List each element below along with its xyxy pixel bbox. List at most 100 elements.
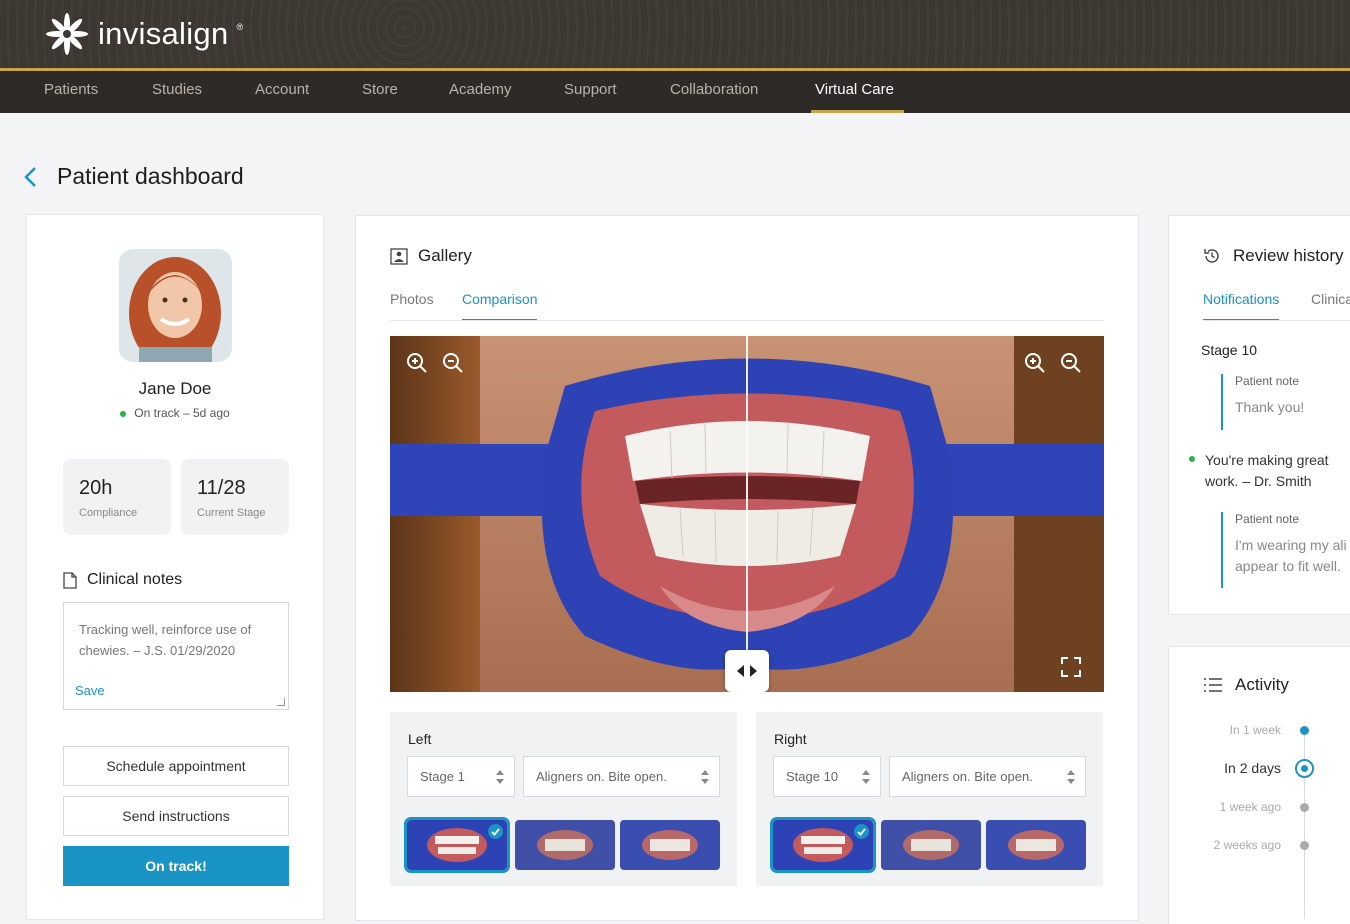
left-thumbnail-3[interactable] <box>620 820 720 870</box>
schedule-appointment-button[interactable]: Schedule appointment <box>63 746 289 786</box>
timeline-dot-icon[interactable] <box>1300 841 1309 850</box>
message-dot-icon <box>1189 456 1195 462</box>
zoom-in-icon[interactable] <box>406 352 428 374</box>
left-compare-panel: Left Stage 1 Aligners on. Bite open. <box>390 712 737 886</box>
nav-account[interactable]: Account <box>255 71 309 113</box>
select-arrows-icon <box>701 770 709 784</box>
patient-note-2: Patient note I'm wearing my ali appear t… <box>1221 512 1350 588</box>
back-chevron-icon[interactable] <box>20 164 42 190</box>
compliance-value: 20h <box>79 477 113 499</box>
zoom-out-icon[interactable] <box>442 352 464 374</box>
right-stage-select[interactable]: Stage 10 <box>773 756 881 797</box>
list-icon <box>1204 678 1222 692</box>
review-history-title: Review history <box>1233 246 1344 265</box>
patient-note-label: Patient note <box>1235 374 1300 388</box>
image-icon <box>390 247 408 265</box>
timeline-label-1-week-ago: 1 week ago <box>1219 800 1281 814</box>
left-view-value: Aligners on. Bite open. <box>536 769 667 784</box>
patient-avatar[interactable] <box>119 249 232 362</box>
left-stage-select[interactable]: Stage 1 <box>407 756 515 797</box>
on-track-button[interactable]: On track! <box>63 846 289 886</box>
nav-studies[interactable]: Studies <box>152 71 202 113</box>
page-title: Patient dashboard <box>57 163 244 189</box>
activity-title: Activity <box>1235 675 1289 694</box>
timeline-line <box>1304 729 1305 919</box>
selected-check-icon <box>854 824 869 839</box>
save-note-link[interactable]: Save <box>75 683 105 698</box>
review-history-header: Review history <box>1203 246 1344 266</box>
doctor-message: You're making great work. – Dr. Smith <box>1189 450 1329 492</box>
patient-card: Jane Doe On track – 5d ago 20h Complianc… <box>26 214 324 920</box>
left-thumbnail-2[interactable] <box>515 820 615 870</box>
left-thumbnail-1[interactable] <box>404 817 510 873</box>
invisalign-logo[interactable]: invisalign ® <box>44 12 243 56</box>
right-thumbnail-1[interactable] <box>770 817 876 873</box>
current-stage-label: Current Stage <box>197 507 266 519</box>
zoom-out-icon[interactable] <box>1060 352 1082 374</box>
compliance-label: Compliance <box>79 507 138 519</box>
left-stage-value: Stage 1 <box>420 769 465 784</box>
timeline-label-in-1-week: In 1 week <box>1229 723 1281 737</box>
timeline-dot-icon[interactable] <box>1300 726 1309 735</box>
zoom-in-icon[interactable] <box>1024 352 1046 374</box>
clinical-notes-text: Tracking well, reinforce use of chewies.… <box>79 622 252 658</box>
nav-store[interactable]: Store <box>362 71 398 113</box>
right-thumbnail-2[interactable] <box>881 820 981 870</box>
right-view-select[interactable]: Aligners on. Bite open. <box>889 756 1086 797</box>
timeline-label-2-weeks-ago: 2 weeks ago <box>1213 838 1281 852</box>
activity-header: Activity <box>1203 675 1289 695</box>
send-instructions-button[interactable]: Send instructions <box>63 796 289 836</box>
comparison-divider <box>746 336 748 692</box>
nav-virtual-care[interactable]: Virtual Care <box>811 71 904 113</box>
nav-collaboration[interactable]: Collaboration <box>670 71 758 113</box>
right-compare-panel: Right Stage 10 Aligners on. Bite open. <box>756 712 1103 886</box>
history-icon <box>1204 249 1219 263</box>
left-panel-label: Left <box>408 731 432 747</box>
select-arrows-icon <box>1067 770 1075 784</box>
select-arrows-icon <box>496 770 504 784</box>
brand-name: invisalign <box>98 16 229 51</box>
nav-patients[interactable]: Patients <box>44 71 98 113</box>
nav-academy[interactable]: Academy <box>449 71 512 113</box>
gallery-card: Gallery Photos Comparison Left Stage 1 A… <box>355 215 1139 921</box>
status-dot-icon <box>120 410 127 417</box>
tab-clinical[interactable]: Clinica <box>1311 291 1350 319</box>
star-logo-icon <box>46 13 88 55</box>
tab-comparison[interactable]: Comparison <box>462 291 538 321</box>
fullscreen-icon[interactable] <box>1060 656 1082 678</box>
selected-check-icon <box>488 824 503 839</box>
patient-status-text: On track – 5d ago <box>134 406 230 420</box>
right-thumbnail-3[interactable] <box>986 820 1086 870</box>
brand-registered-mark: ® <box>236 22 244 32</box>
timeline-dot-icon[interactable] <box>1300 803 1309 812</box>
tab-notifications[interactable]: Notifications <box>1203 291 1280 321</box>
left-zoom-controls <box>406 352 464 374</box>
resize-handle-icon[interactable] <box>277 698 285 706</box>
gallery-header: Gallery <box>390 246 472 266</box>
document-icon <box>63 571 77 589</box>
clinical-notes-textarea[interactable]: Tracking well, reinforce use of chewies.… <box>63 602 289 710</box>
doctor-message-line-2: work. – Dr. Smith <box>1205 473 1312 489</box>
main-nav: Patients Studies Account Store Academy S… <box>0 71 1350 113</box>
tab-photos[interactable]: Photos <box>390 291 434 319</box>
doctor-message-line-1: You're making great <box>1205 452 1329 468</box>
select-arrows-icon <box>862 770 870 784</box>
patient-note-line-1: I'm wearing my ali <box>1235 537 1347 553</box>
patient-note-text: Thank you! <box>1235 399 1305 415</box>
patient-note-text: I'm wearing my ali appear to fit well. <box>1235 535 1350 577</box>
right-zoom-controls <box>1024 352 1082 374</box>
right-view-value: Aligners on. Bite open. <box>902 769 1033 784</box>
review-stage-label: Stage 10 <box>1201 342 1258 358</box>
current-stage-stat: 11/28 Current Stage <box>181 459 289 535</box>
activity-card: Activity In 1 week In 2 days 1 week ago … <box>1168 646 1350 924</box>
patient-note-line-2: appear to fit well. <box>1235 558 1341 574</box>
review-history-card: Review history Notifications Clinica Sta… <box>1168 215 1350 615</box>
timeline-current-dot-icon[interactable] <box>1295 759 1314 778</box>
left-view-select[interactable]: Aligners on. Bite open. <box>523 756 720 797</box>
top-bar: invisalign ® <box>0 0 1350 68</box>
nav-support[interactable]: Support <box>564 71 617 113</box>
comparison-slider-handle[interactable] <box>725 650 769 692</box>
comparison-photo[interactable] <box>390 336 1104 692</box>
clinical-notes-title: Clinical notes <box>87 571 183 588</box>
patient-name: Jane Doe <box>138 379 212 398</box>
